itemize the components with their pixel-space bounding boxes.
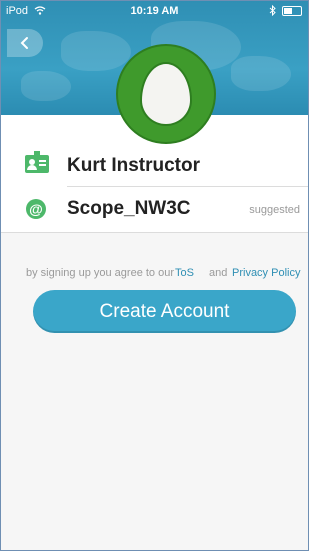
terms-conjunction: and	[209, 267, 228, 279]
back-button[interactable]	[7, 29, 43, 57]
egg-avatar-icon	[140, 62, 192, 126]
chevron-left-icon	[20, 37, 28, 49]
clock: 10:19 AM	[130, 5, 179, 17]
world-map-shape	[231, 56, 291, 91]
create-account-button[interactable]: Create Account	[33, 290, 296, 333]
name-field[interactable]: Kurt Instructor	[1, 146, 308, 186]
app-screen: iPod 10:19 AM Kurt Instructor @ Scope_NW…	[0, 0, 309, 551]
id-card-icon	[25, 151, 49, 173]
username-value: Scope_NW3C	[67, 198, 191, 219]
status-bar: iPod 10:19 AM	[1, 1, 308, 23]
form-background	[1, 233, 308, 550]
at-sign-icon: @	[26, 199, 46, 219]
terms-prefix: by signing up you agree to our	[26, 267, 174, 279]
battery-icon	[282, 5, 302, 16]
bluetooth-icon	[269, 5, 276, 16]
suggested-badge: suggested	[249, 204, 300, 216]
username-field[interactable]: @ Scope_NW3C suggested	[1, 187, 308, 232]
world-map-shape	[21, 71, 71, 101]
world-map-shape	[61, 31, 131, 71]
tos-link[interactable]: ToS	[175, 267, 194, 279]
privacy-policy-link[interactable]: Privacy Policy	[232, 267, 300, 279]
name-value: Kurt Instructor	[67, 155, 200, 176]
status-right	[269, 5, 302, 16]
avatar-button[interactable]	[116, 44, 216, 144]
